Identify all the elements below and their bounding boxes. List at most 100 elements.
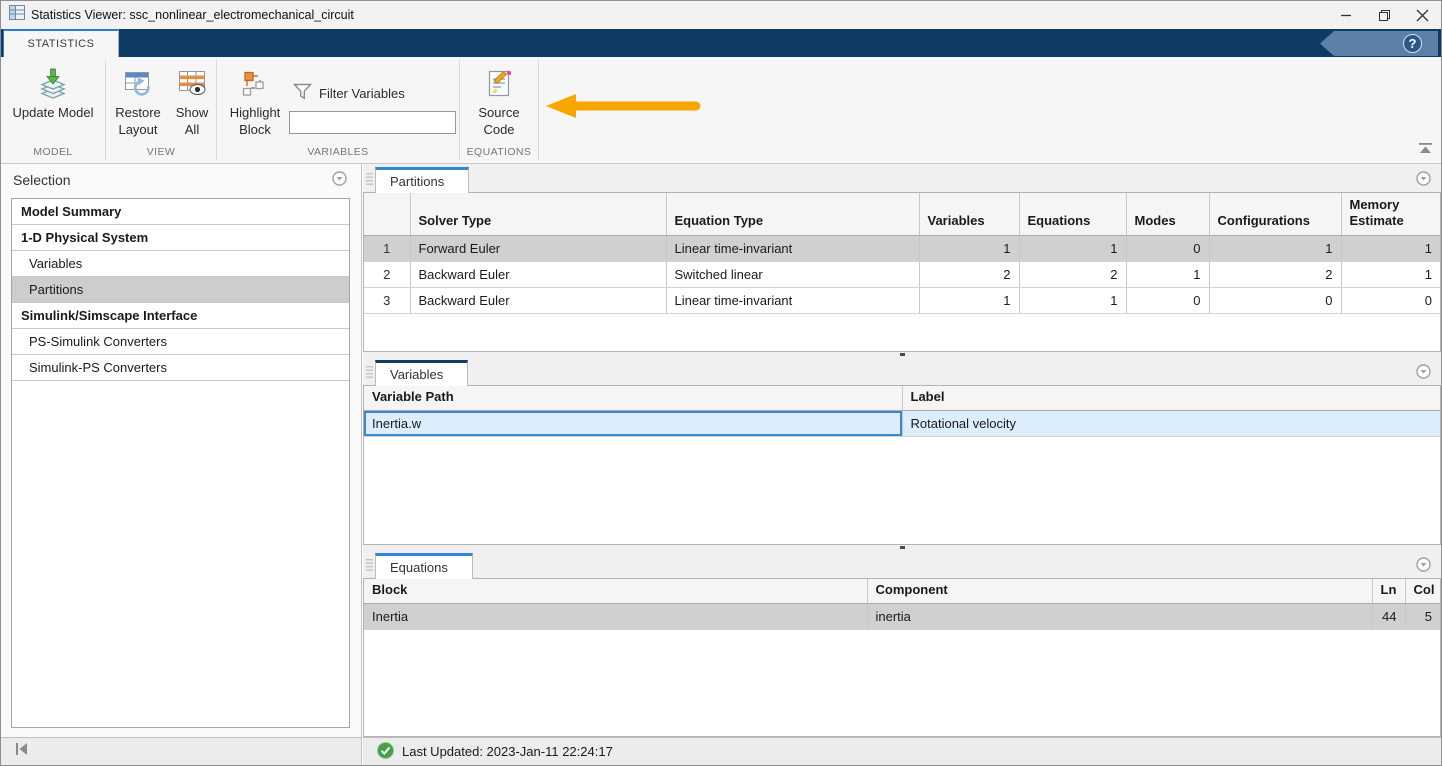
tab-variables[interactable]: Variables <box>375 360 468 386</box>
variables-collapse-icon[interactable] <box>1416 364 1431 384</box>
close-button[interactable] <box>1403 1 1441 29</box>
tab-statistics[interactable]: STATISTICS <box>3 29 119 57</box>
col-rownum <box>364 193 410 235</box>
selection-item-variables[interactable]: Variables <box>12 251 349 277</box>
cell-equations[interactable]: 1 <box>1019 235 1126 261</box>
cell-memory-estimate[interactable]: 0 <box>1341 287 1440 313</box>
cell-col[interactable]: 5 <box>1405 604 1440 630</box>
col-equation-type: Equation Type <box>666 193 919 235</box>
filter-variables-label: Filter Variables <box>319 86 405 101</box>
collapse-left-panel-button[interactable] <box>14 742 30 761</box>
partitions-table: Solver Type Equation Type Variables Equa… <box>364 193 1440 314</box>
cell-label[interactable]: Rotational velocity <box>902 411 1440 437</box>
highlight-block-button[interactable]: Highlight Block <box>221 57 289 139</box>
panel-drag-grip-icon[interactable] <box>366 172 374 191</box>
cell-variables[interactable]: 2 <box>919 261 1019 287</box>
update-model-icon <box>36 66 70 102</box>
equations-collapse-icon[interactable] <box>1416 557 1431 577</box>
selection-panel: Selection Model Summary 1-D Physical Sys… <box>1 164 362 737</box>
col-variables: Variables <box>919 193 1019 235</box>
cell-equations[interactable]: 2 <box>1019 261 1126 287</box>
cell-configurations[interactable]: 2 <box>1209 261 1341 287</box>
col-label: Label <box>902 386 1440 411</box>
ribbon-section-equations: EQUATIONS <box>460 146 538 163</box>
filter-funnel-icon <box>293 83 312 103</box>
show-all-button[interactable]: Show All <box>169 57 215 139</box>
partitions-panel: Partitions Solver Type Equation Type Var… <box>363 164 1441 352</box>
help-button[interactable]: ? <box>1320 31 1438 56</box>
selection-list: Model Summary 1-D Physical System Variab… <box>11 198 350 728</box>
ribbon-group-model: Update Model MODEL <box>1 57 105 163</box>
cell-ln[interactable]: 44 <box>1372 604 1405 630</box>
last-updated-text: Last Updated: 2023-Jan-11 22:24:17 <box>402 744 613 759</box>
cell-variable-path[interactable]: Inertia.w <box>364 411 902 437</box>
cell-configurations[interactable]: 0 <box>1209 287 1341 313</box>
variables-panel: Variables Variable Path Label Inertia.w … <box>363 357 1441 545</box>
cell-variables[interactable]: 1 <box>919 287 1019 313</box>
panel-drag-grip-icon[interactable] <box>366 558 374 577</box>
annotation-arrow-icon <box>546 93 708 124</box>
panel-drag-grip-icon[interactable] <box>366 365 374 384</box>
partitions-collapse-icon[interactable] <box>1416 171 1431 191</box>
filter-variables-control: Filter Variables <box>289 83 459 134</box>
col-memory-estimate: Memory Estimate <box>1341 193 1440 235</box>
cell-equation-type[interactable]: Switched linear <box>666 261 919 287</box>
selection-item-model-summary[interactable]: Model Summary <box>12 199 349 225</box>
selection-item-1d-physical-system[interactable]: 1-D Physical System <box>12 225 349 251</box>
restore-layout-label: Restore Layout <box>107 105 169 139</box>
cell-equation-type[interactable]: Linear time-invariant <box>666 287 919 313</box>
update-model-label: Update Model <box>13 105 94 122</box>
partitions-header-row: Solver Type Equation Type Variables Equa… <box>364 193 1440 235</box>
cell-equations[interactable]: 1 <box>1019 287 1126 313</box>
source-code-button[interactable]: Source Code <box>469 57 529 139</box>
variables-table-container: Variable Path Label Inertia.w Rotational… <box>363 385 1441 545</box>
cell-configurations[interactable]: 1 <box>1209 235 1341 261</box>
col-configurations: Configurations <box>1209 193 1341 235</box>
toolstrip-ribbon: Update Model MODEL Restore Layout <box>1 57 1441 164</box>
col-equations: Equations <box>1019 193 1126 235</box>
cell-equation-type[interactable]: Linear time-invariant <box>666 235 919 261</box>
tab-equations[interactable]: Equations <box>375 553 473 579</box>
cell-rownum[interactable]: 2 <box>364 261 410 287</box>
cell-solver-type[interactable]: Forward Euler <box>410 235 666 261</box>
toolstrip-tab-bar: STATISTICS ? <box>1 29 1441 57</box>
selection-item-simulink-simscape-interface[interactable]: Simulink/Simscape Interface <box>12 303 349 329</box>
col-variable-path: Variable Path <box>364 386 902 411</box>
app-icon <box>9 5 25 25</box>
minimize-button[interactable] <box>1327 1 1365 29</box>
cell-solver-type[interactable]: Backward Euler <box>410 287 666 313</box>
col-modes: Modes <box>1126 193 1209 235</box>
selection-panel-header: Selection <box>1 164 361 196</box>
selection-collapse-icon[interactable] <box>332 171 347 189</box>
collapse-toolstrip-button[interactable] <box>1418 141 1433 159</box>
cell-solver-type[interactable]: Backward Euler <box>410 261 666 287</box>
update-model-button[interactable]: Update Model <box>13 57 94 122</box>
cell-variables[interactable]: 1 <box>919 235 1019 261</box>
highlight-block-label: Highlight Block <box>221 105 289 139</box>
partitions-row-3: 3 Backward Euler Linear time-invariant 1… <box>364 287 1440 313</box>
cell-component[interactable]: inertia <box>867 604 1372 630</box>
col-component: Component <box>867 579 1372 604</box>
ribbon-section-variables: VARIABLES <box>217 146 459 163</box>
cell-memory-estimate[interactable]: 1 <box>1341 235 1440 261</box>
cell-modes[interactable]: 0 <box>1126 235 1209 261</box>
selection-item-ps-simulink-converters[interactable]: PS-Simulink Converters <box>12 329 349 355</box>
cell-rownum[interactable]: 1 <box>364 235 410 261</box>
window-title: Statistics Viewer: ssc_nonlinear_electro… <box>31 8 354 22</box>
cell-memory-estimate[interactable]: 1 <box>1341 261 1440 287</box>
left-status-bar <box>1 737 362 765</box>
status-ok-icon <box>377 742 394 762</box>
cell-modes[interactable]: 0 <box>1126 287 1209 313</box>
filter-variables-input[interactable] <box>289 111 456 134</box>
statistics-viewer-window: { "window": { "title": "Statistics Viewe… <box>0 0 1442 766</box>
source-code-label: Source Code <box>469 105 529 139</box>
selection-item-partitions[interactable]: Partitions <box>12 277 349 303</box>
equations-row-1: Inertia inertia 44 5 <box>364 604 1440 630</box>
restore-button[interactable] <box>1365 1 1403 29</box>
restore-layout-button[interactable]: Restore Layout <box>107 57 169 139</box>
selection-item-simulink-ps-converters[interactable]: Simulink-PS Converters <box>12 355 349 381</box>
cell-rownum[interactable]: 3 <box>364 287 410 313</box>
cell-block[interactable]: Inertia <box>364 604 867 630</box>
tab-partitions[interactable]: Partitions <box>375 167 469 193</box>
cell-modes[interactable]: 1 <box>1126 261 1209 287</box>
